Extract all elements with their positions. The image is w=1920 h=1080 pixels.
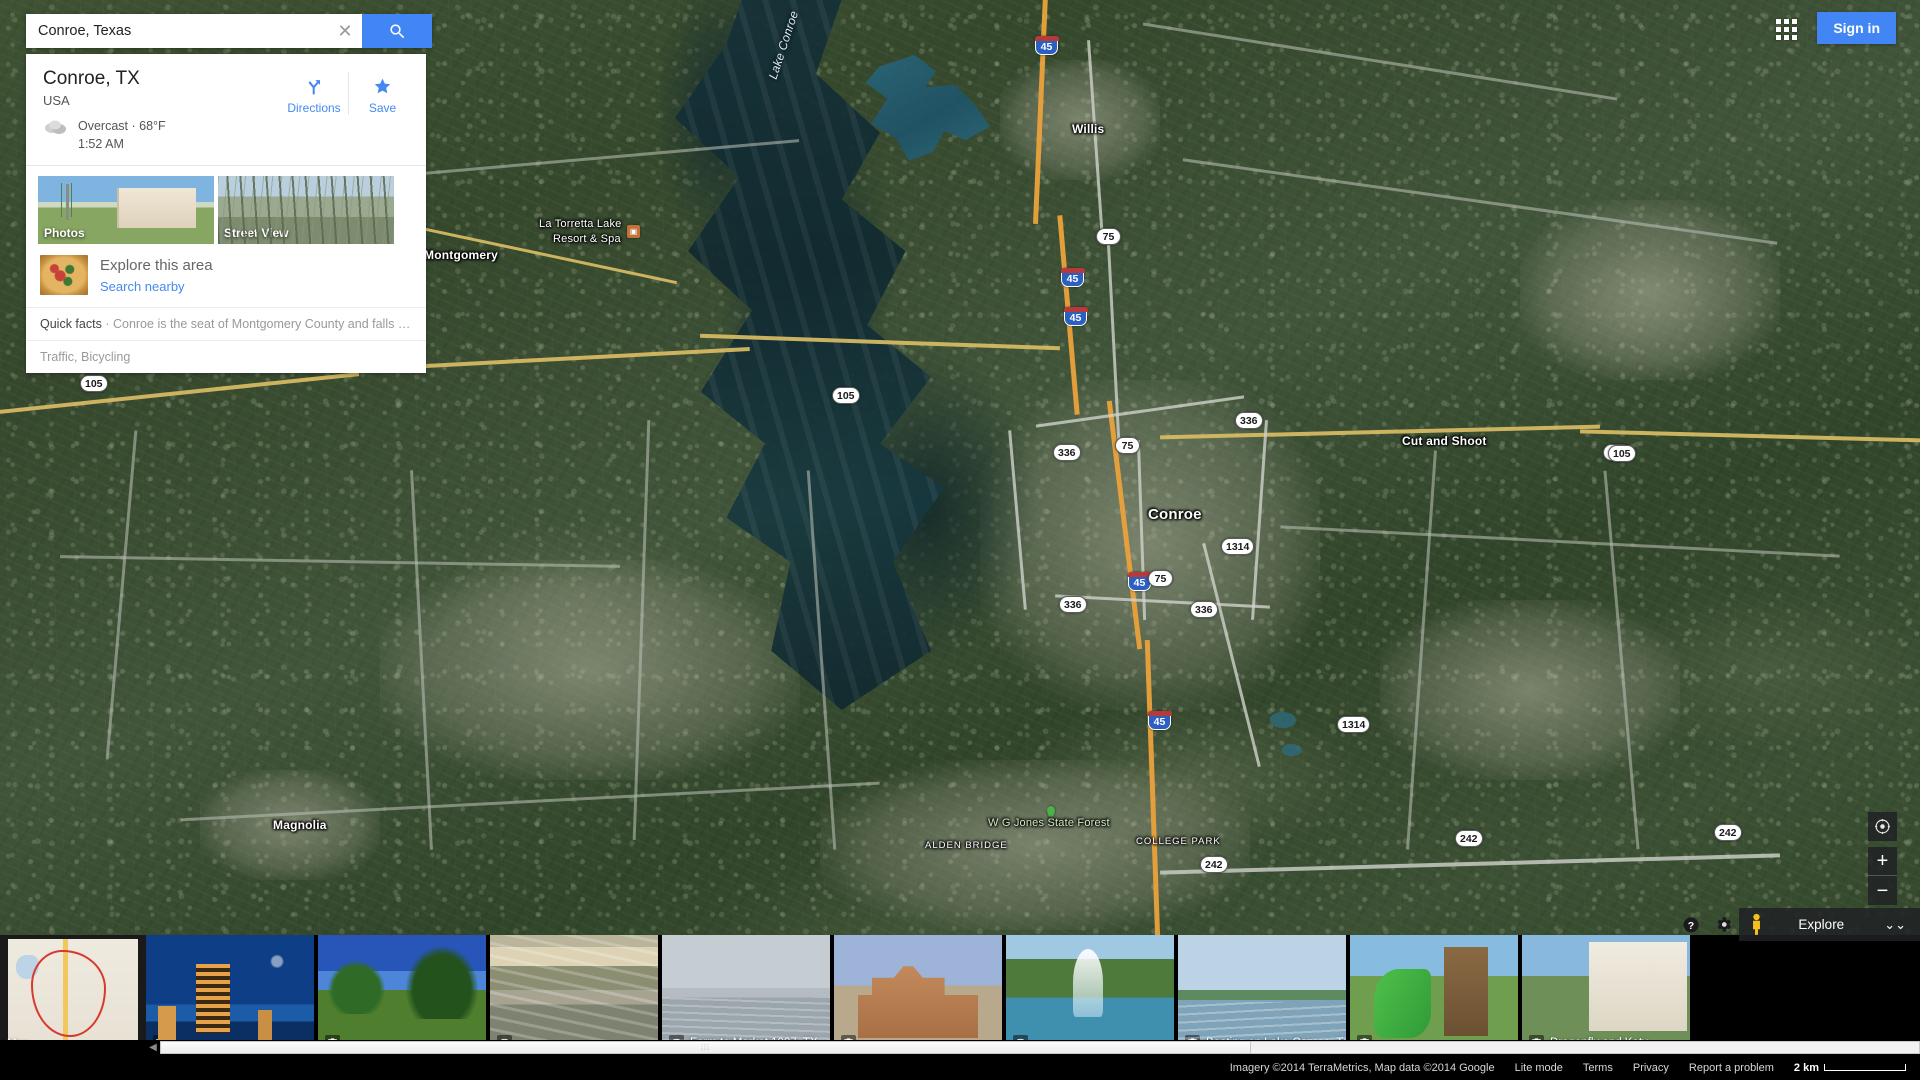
- photo-strip-scrollbar[interactable]: ◀ ⦙⦙⦙: [0, 1040, 1920, 1055]
- photo-card-dragonfly[interactable]: Dragonfly and Katy…: [1522, 935, 1690, 1055]
- lite-mode-link[interactable]: Lite mode: [1515, 1062, 1563, 1074]
- explore-this-area-row: Explore this area Search nearby: [26, 244, 426, 307]
- sign-in-button[interactable]: Sign in: [1817, 12, 1896, 44]
- photo-card-sunset[interactable]: [490, 935, 658, 1055]
- map-thumbnail-card[interactable]: Map: [0, 935, 146, 1055]
- photo-card-hotel[interactable]: [146, 935, 314, 1055]
- weather-text: Overcast · 68°F 1:52 AM: [78, 117, 166, 153]
- directions-label: Directions: [287, 101, 341, 115]
- quick-facts-label: Quick facts: [40, 317, 102, 332]
- media-thumbnails: Photos Street View: [26, 166, 426, 245]
- zoom-out-button[interactable]: −: [1868, 876, 1897, 905]
- cloud-overcast-icon: [45, 120, 66, 134]
- pizza-photo: [40, 255, 88, 296]
- star-icon: [349, 75, 416, 97]
- photo-card-building[interactable]: [834, 935, 1002, 1055]
- map-thumbnail-water: [15, 954, 40, 980]
- save-label: Save: [368, 101, 397, 115]
- scale-indicator: 2 km: [1794, 1062, 1906, 1074]
- photo-card-fountain[interactable]: [1006, 935, 1174, 1055]
- photo-card-park[interactable]: [318, 935, 486, 1055]
- scale-bar: [1824, 1064, 1906, 1071]
- photo-card-waterpark[interactable]: [1350, 935, 1518, 1055]
- local-time: 1:52 AM: [78, 136, 124, 151]
- quick-facts-separator: ·: [105, 317, 110, 332]
- attribution-bar: Imagery ©2014 TerraMetrics, Map data ©20…: [0, 1055, 1920, 1080]
- help-button[interactable]: ?: [1675, 908, 1707, 941]
- place-title: Conroe, TX: [43, 68, 140, 89]
- place-actions: Directions Save: [274, 68, 426, 153]
- explore-texts: Explore this area Search nearby: [100, 257, 213, 294]
- terms-link[interactable]: Terms: [1583, 1062, 1613, 1074]
- zoom-controls: + −: [1868, 847, 1897, 905]
- directions-button[interactable]: Directions: [280, 72, 348, 115]
- photos-thumbnail[interactable]: Photos: [38, 176, 214, 245]
- zoom-in-button[interactable]: +: [1868, 847, 1897, 876]
- explore-button[interactable]: Explore: [1774, 917, 1874, 932]
- place-info-card: Conroe, TX USA Overcast · 68°F 1:52 AM D…: [26, 54, 426, 374]
- google-maps-app: ▣ Conroe Willis Montgomery Magnolia Cut and …: [0, 0, 1920, 1080]
- street-view-thumbnail[interactable]: Street View: [218, 176, 394, 245]
- explore-title: Explore this area: [100, 256, 213, 274]
- privacy-link[interactable]: Privacy: [1633, 1062, 1669, 1074]
- compass-icon: [1875, 819, 1890, 834]
- hotel-pin-la-torretta[interactable]: ▣: [627, 225, 640, 238]
- photo-card-fm1097[interactable]: Farm to Market 1097, TX: [662, 935, 830, 1055]
- street-view-thumbnail-caption: Street View: [224, 226, 289, 241]
- street-view-explore-bar: Explore ⌄⌄: [1739, 908, 1920, 941]
- place-identity: Conroe, TX USA Overcast · 68°F 1:52 AM: [26, 68, 274, 153]
- scroll-left-arrow[interactable]: ◀: [146, 1042, 160, 1053]
- search-icon: [389, 23, 404, 38]
- chevron-double-down-icon[interactable]: ⌄⌄: [1884, 917, 1906, 933]
- scrollbar-track[interactable]: ⦙⦙⦙: [160, 1041, 1920, 1054]
- place-country: USA: [43, 92, 70, 108]
- scale-label: 2 km: [1793, 1061, 1819, 1074]
- apps-grid-icon[interactable]: [1774, 17, 1798, 41]
- imagery-attribution: Imagery ©2014 TerraMetrics, Map data ©20…: [1229, 1061, 1495, 1074]
- place-card-header: Conroe, TX USA Overcast · 68°F 1:52 AM D…: [26, 54, 426, 165]
- scrollbar-thumb[interactable]: ⦙⦙⦙: [161, 1042, 1251, 1053]
- pegman-icon[interactable]: [1749, 913, 1764, 936]
- search-panel: ✕ Conroe, TX USA: [26, 14, 432, 374]
- directions-arrow-icon: [280, 75, 348, 97]
- search-input[interactable]: [26, 14, 328, 48]
- help-icon: ?: [1683, 917, 1699, 932]
- layers-row[interactable]: Traffic, Bicycling: [26, 340, 426, 373]
- search-button[interactable]: [362, 14, 432, 48]
- photos-thumbnail-caption: Photos: [44, 226, 85, 241]
- map-bottom-toolbar: ? Explore ⌄⌄: [1675, 908, 1920, 941]
- gear-icon: [1717, 917, 1731, 932]
- compass-button[interactable]: [1868, 812, 1897, 841]
- svg-text:?: ?: [1688, 919, 1694, 931]
- photo-strip[interactable]: Map Farm to Market 1097, TX Boating on La…: [0, 935, 1920, 1055]
- settings-button[interactable]: [1707, 908, 1739, 941]
- photo-card-boating[interactable]: Boating on Lake Conroe, Texas: [1178, 935, 1346, 1055]
- search-bar: ✕: [26, 14, 432, 48]
- quick-facts-text: Conroe is the seat of Montgomery County …: [112, 317, 426, 332]
- search-nearby-link[interactable]: Search nearby: [100, 279, 213, 294]
- scrollbar-grip: ⦙⦙⦙: [700, 1042, 710, 1052]
- quick-facts-row[interactable]: Quick facts · Conroe is the seat of Mont…: [26, 307, 426, 340]
- weather-block: Overcast · 68°F 1:52 AM: [43, 117, 274, 153]
- close-icon[interactable]: ✕: [328, 14, 362, 48]
- weather-conditions: Overcast · 68°F: [78, 118, 166, 133]
- save-button[interactable]: Save: [348, 72, 416, 115]
- report-problem-link[interactable]: Report a problem: [1689, 1062, 1774, 1074]
